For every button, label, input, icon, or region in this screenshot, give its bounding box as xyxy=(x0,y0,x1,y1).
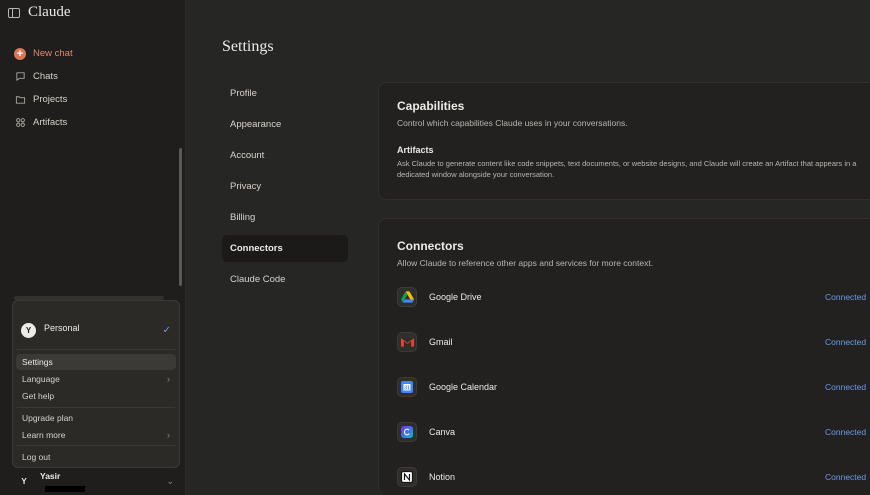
plus-icon: + xyxy=(14,47,26,60)
chevron-right-icon: › xyxy=(167,374,170,384)
menu-item-learn-more[interactable]: Learn more › xyxy=(16,427,176,443)
brand-name: Claude xyxy=(28,4,71,20)
sidebar-toggle-icon[interactable] xyxy=(8,7,20,18)
menu-item-settings[interactable]: Settings xyxy=(16,354,176,370)
artifacts-description: Ask Claude to generate content like code… xyxy=(397,159,857,179)
tab-billing[interactable]: Billing xyxy=(222,204,348,231)
new-chat-button[interactable]: + New chat xyxy=(14,42,174,65)
tab-account[interactable]: Account xyxy=(222,142,348,169)
avatar: Y xyxy=(18,475,30,487)
tab-profile[interactable]: Profile xyxy=(222,80,348,107)
connector-notion: Notion Connected xyxy=(397,464,870,490)
artifacts-icon xyxy=(14,117,26,129)
capabilities-subtitle: Control which capabilities Claude uses i… xyxy=(397,118,628,128)
connector-google-drive: Google Drive Connected xyxy=(397,284,870,310)
tab-claude-code[interactable]: Claude Code xyxy=(222,266,348,293)
sidebar-nav: + New chat Chats Projects Artifacts xyxy=(14,42,174,134)
sidebar-item-artifacts[interactable]: Artifacts xyxy=(14,111,174,134)
connectors-title: Connectors xyxy=(397,239,464,253)
connected-status[interactable]: Connected xyxy=(825,427,866,437)
menu-item-upgrade-plan[interactable]: Upgrade plan xyxy=(16,410,176,426)
svg-text:31: 31 xyxy=(404,386,410,392)
check-icon: ✓ xyxy=(162,325,171,336)
connectors-subtitle: Allow Claude to reference other apps and… xyxy=(397,258,654,268)
tab-privacy[interactable]: Privacy xyxy=(222,173,348,200)
page-title: Settings xyxy=(222,38,274,55)
settings-nav: Profile Appearance Account Privacy Billi… xyxy=(222,80,348,297)
chat-icon xyxy=(14,71,26,83)
user-name: Yasir xyxy=(40,471,61,481)
connector-canva: Canva Connected xyxy=(397,419,870,445)
gmail-icon xyxy=(397,332,417,352)
capabilities-title: Capabilities xyxy=(397,99,465,113)
account-personal[interactable]: Y Personal ✓ xyxy=(21,323,171,338)
connectors-card: Connectors Allow Claude to reference oth… xyxy=(378,218,870,495)
notion-icon xyxy=(397,467,417,487)
canva-icon xyxy=(397,422,417,442)
menu-divider xyxy=(17,407,175,408)
connected-status[interactable]: Connected xyxy=(825,472,866,482)
sidebar-header: Claude xyxy=(8,4,71,21)
menu-item-log-out[interactable]: Log out xyxy=(16,449,176,465)
connector-google-calendar: 31 Google Calendar Connected xyxy=(397,374,870,400)
google-calendar-icon: 31 xyxy=(397,377,417,397)
connected-status[interactable]: Connected xyxy=(825,382,866,392)
menu-item-language[interactable]: Language › xyxy=(16,371,176,387)
redacted-plan-label xyxy=(45,486,85,492)
google-drive-icon xyxy=(397,287,417,307)
tab-appearance[interactable]: Appearance xyxy=(222,111,348,138)
menu-item-get-help[interactable]: Get help xyxy=(16,388,176,404)
menu-divider xyxy=(17,445,175,446)
sidebar-item-chats[interactable]: Chats xyxy=(14,65,174,88)
chevron-down-icon: ⌄ xyxy=(166,476,174,486)
sidebar-item-projects[interactable]: Projects xyxy=(14,88,174,111)
connector-gmail: Gmail Connected xyxy=(397,329,870,355)
avatar: Y xyxy=(21,323,36,338)
account-name: Personal xyxy=(44,322,80,333)
capabilities-card: Capabilities Control which capabilities … xyxy=(378,82,870,200)
connected-status[interactable]: Connected xyxy=(825,292,866,302)
tab-connectors[interactable]: Connectors xyxy=(222,235,348,262)
connected-status[interactable]: Connected xyxy=(825,337,866,347)
folder-icon xyxy=(14,94,26,106)
menu-divider xyxy=(17,349,175,350)
chevron-right-icon: › xyxy=(167,430,170,440)
account-menu: Y Personal ✓ Settings Language › Get hel… xyxy=(12,300,180,468)
sidebar-scrollbar[interactable] xyxy=(179,148,182,286)
user-profile-button[interactable]: Y Yasir ⌄ xyxy=(12,470,180,492)
artifacts-title: Artifacts xyxy=(397,145,434,155)
